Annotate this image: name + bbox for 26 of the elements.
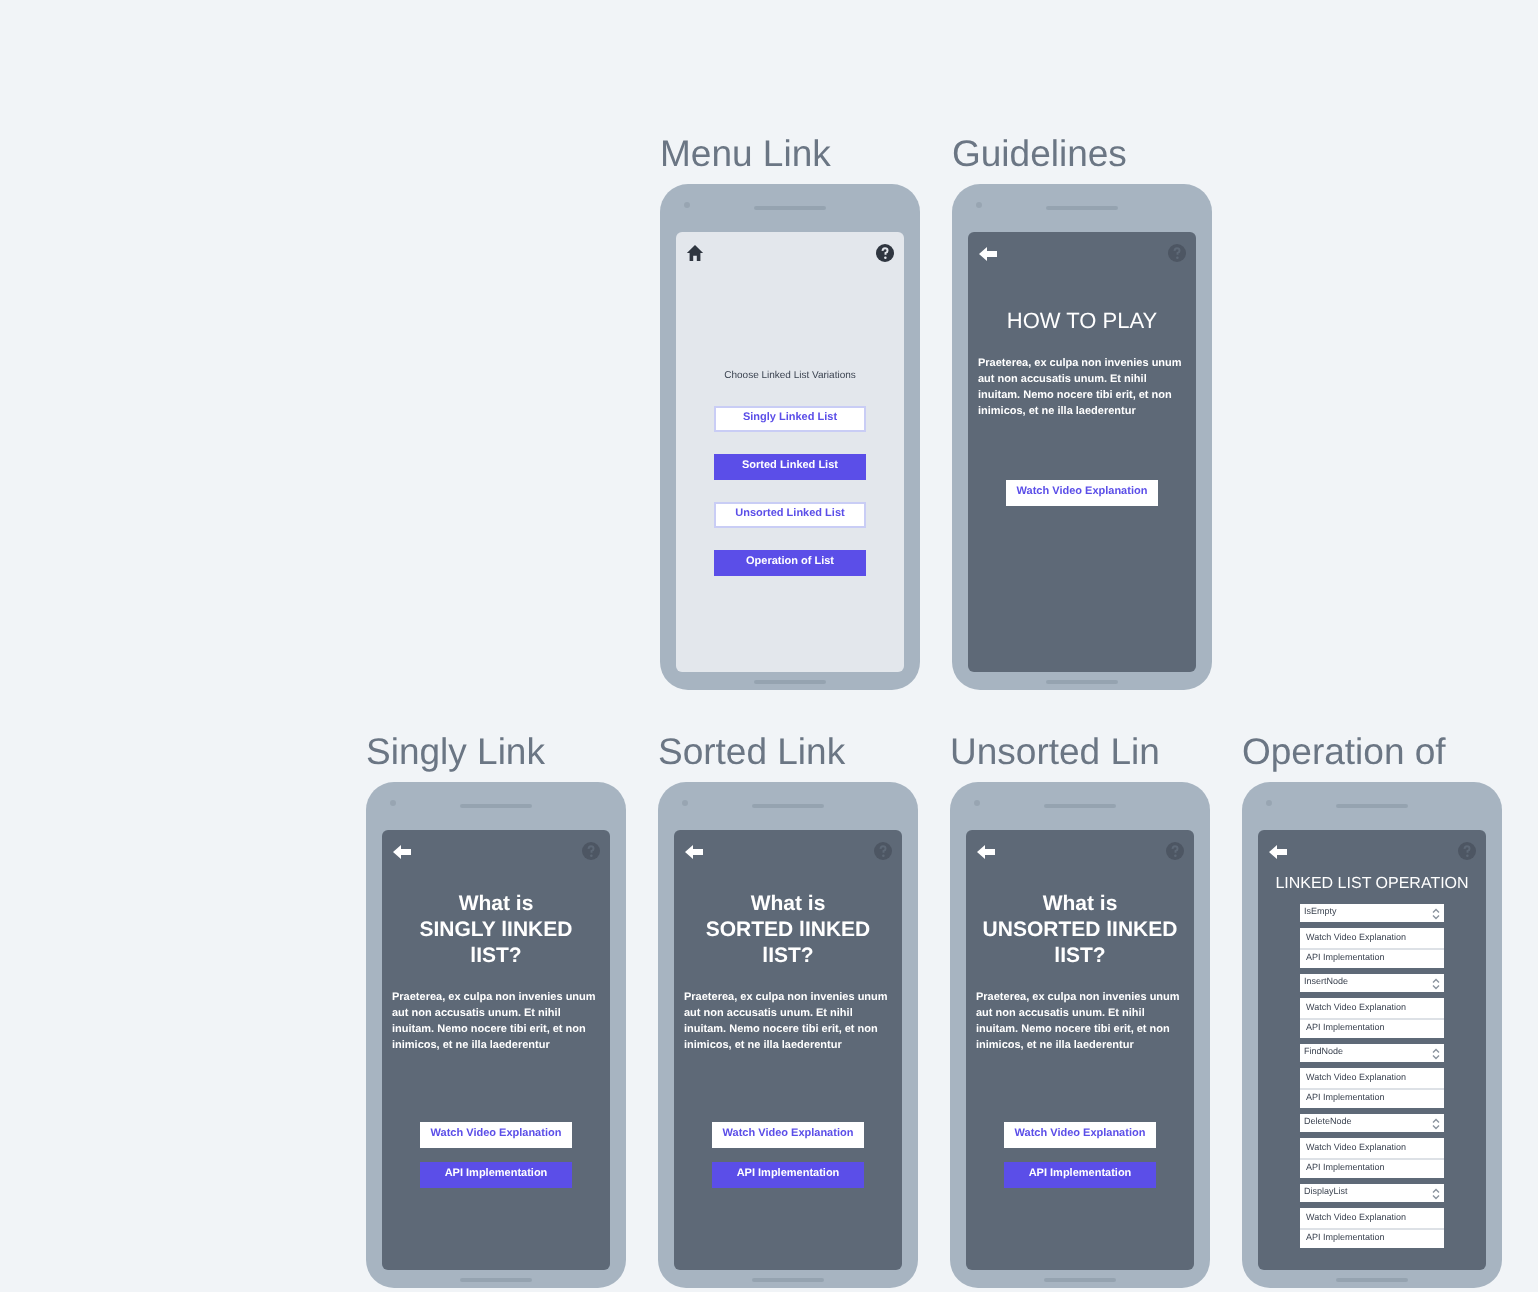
frame-title: Sorted Link	[658, 730, 848, 774]
screen-heading: What is	[458, 892, 534, 918]
frame-title: Guidelines	[952, 132, 1129, 176]
frame-title: Singly Link	[366, 730, 547, 774]
updown-chevron-icon	[1432, 1047, 1440, 1059]
updown-chevron-icon	[1432, 1117, 1440, 1129]
home-icon[interactable]	[686, 244, 704, 262]
help-icon[interactable]	[876, 244, 894, 262]
frame-title: Operation of	[1242, 730, 1448, 774]
screen-heading: UNSORTED lINKED lIST?	[980, 918, 1180, 970]
frame-title: Unsorted Lin	[950, 730, 1162, 774]
back-arrow-icon[interactable]	[1268, 843, 1288, 859]
back-arrow-icon[interactable]	[978, 245, 998, 261]
frame-title: Menu Link	[660, 132, 833, 176]
updown-chevron-icon	[1432, 977, 1440, 989]
updown-chevron-icon	[1432, 907, 1440, 919]
screen-heading: What is	[750, 892, 826, 918]
back-arrow-icon[interactable]	[392, 843, 412, 859]
back-arrow-icon[interactable]	[976, 843, 996, 859]
screen-heading: LINKED LIST OPERATION	[1275, 872, 1469, 896]
screen-heading: What is	[1042, 892, 1118, 918]
screen-heading: SORTED lINKED lIST?	[703, 918, 873, 970]
screen-heading: HOW TO PLAY	[1006, 310, 1158, 336]
back-arrow-icon[interactable]	[684, 843, 704, 859]
screen-heading: SINGLY lINKED lIST?	[417, 918, 575, 970]
updown-chevron-icon	[1432, 1187, 1440, 1199]
